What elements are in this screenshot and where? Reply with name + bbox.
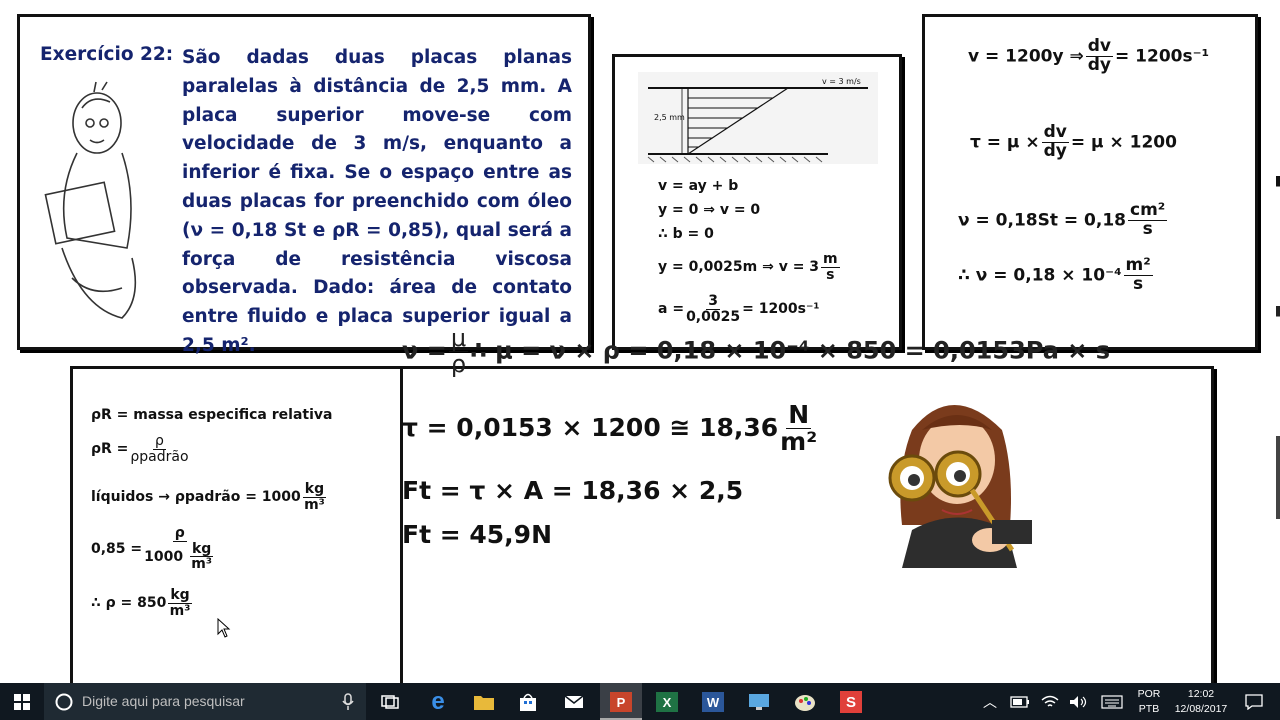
eq-tau-value: τ = 0,0153 × 1200 ≅ 18,36 Nm² xyxy=(402,400,818,457)
language-indicator[interactable]: POR PTB xyxy=(1134,687,1164,717)
word-icon[interactable]: W xyxy=(699,688,727,716)
volume-icon[interactable] xyxy=(1064,688,1092,716)
exercise-label: Exercício 22: xyxy=(40,44,174,65)
language-code: POR xyxy=(1137,688,1161,700)
clock[interactable]: 12:02 12/08/2017 xyxy=(1168,687,1234,717)
scribd-app-icon[interactable]: S xyxy=(837,688,865,716)
cortana-icon xyxy=(55,693,73,711)
mouse-cursor xyxy=(217,618,231,638)
wifi-icon[interactable] xyxy=(1036,688,1064,716)
girl-binoculars-illustration xyxy=(888,405,1032,568)
powerpoint-icon[interactable]: P xyxy=(607,688,635,716)
clock-time: 12:02 xyxy=(1187,688,1215,700)
remote-desktop-icon[interactable] xyxy=(745,688,773,716)
clock-date: 12/08/2017 xyxy=(1174,703,1228,715)
eq-force-expr: Ft = τ × A = 18,36 × 2,5 xyxy=(402,476,744,505)
keyboard-layout-code: PTB xyxy=(1138,703,1160,715)
eq-slope: a = 3 0,0025 = 1200s⁻¹ xyxy=(658,293,820,325)
search-placeholder: Digite aqui para pesquisar xyxy=(82,693,245,709)
file-explorer-icon[interactable] xyxy=(470,688,498,716)
battery-icon[interactable] xyxy=(1006,688,1034,716)
eq-linear-profile: v = ay + b xyxy=(658,178,739,194)
edge-browser-icon[interactable]: e xyxy=(424,688,452,716)
eq-viscosity-si: ∴ ν = 0,18 × 10⁻⁴ m² s xyxy=(958,255,1153,294)
eq-shear-stress: τ = μ × dv dy = μ × 1200 xyxy=(970,122,1177,161)
chevron-up-icon[interactable]: ︿ xyxy=(976,688,1004,716)
exercise-text: São dadas duas placas planas paralelas à… xyxy=(182,47,572,356)
eq-density-ratio: 0,85 = ρ 1000 kg m³ xyxy=(91,525,214,573)
diagram-gap-label: 2,5 mm xyxy=(654,113,685,122)
thinking-man-illustration xyxy=(44,81,137,319)
keyboard-icon[interactable] xyxy=(1098,688,1126,716)
windows-taskbar: Digite aqui para pesquisar e P X W S ︿ P… xyxy=(0,683,1280,720)
mail-icon[interactable] xyxy=(560,688,588,716)
eq-relative-density: ρR = ρ ρpadrão xyxy=(91,433,189,465)
store-icon[interactable] xyxy=(514,688,542,716)
task-view-icon[interactable] xyxy=(376,688,404,716)
eq-velocity-gradient: v = 1200y ⇒ dv dy = 1200s⁻¹ xyxy=(968,36,1210,75)
eq-relative-density-def: ρR = massa especifica relativa xyxy=(91,407,333,423)
eq-dynamic-viscosity: ν = μ ρ ∴ μ = ν × ρ = 0,18 × 10⁻⁴ × 850 = 0… xyxy=(402,324,1111,379)
eq-boundary-top: y = 0,0025m ⇒ v = 3ms xyxy=(658,251,840,283)
eq-boundary-zero: y = 0 ⇒ v = 0 xyxy=(658,202,761,218)
notification-center-icon[interactable] xyxy=(1240,688,1268,716)
eq-density-result: ∴ ρ = 850 kg m³ xyxy=(91,587,192,619)
right-edge-fragment xyxy=(1276,20,1280,540)
eq-b-zero: ∴ b = 0 xyxy=(658,226,714,242)
paint-icon[interactable] xyxy=(791,688,819,716)
search-box[interactable]: Digite aqui para pesquisar xyxy=(44,683,366,720)
diagram-velocity-label: v = 3 m/s xyxy=(822,77,861,86)
microphone-icon[interactable] xyxy=(342,693,354,711)
excel-icon[interactable]: X xyxy=(653,688,681,716)
eq-reference-density: líquidos → ρpadrão = 1000 kg m³ xyxy=(91,481,327,513)
windows-start-icon[interactable] xyxy=(8,688,36,716)
eq-force-result: Ft = 45,9N xyxy=(402,520,552,549)
eq-viscosity-stokes: ν = 0,18St = 0,18 cm² s xyxy=(958,200,1168,239)
